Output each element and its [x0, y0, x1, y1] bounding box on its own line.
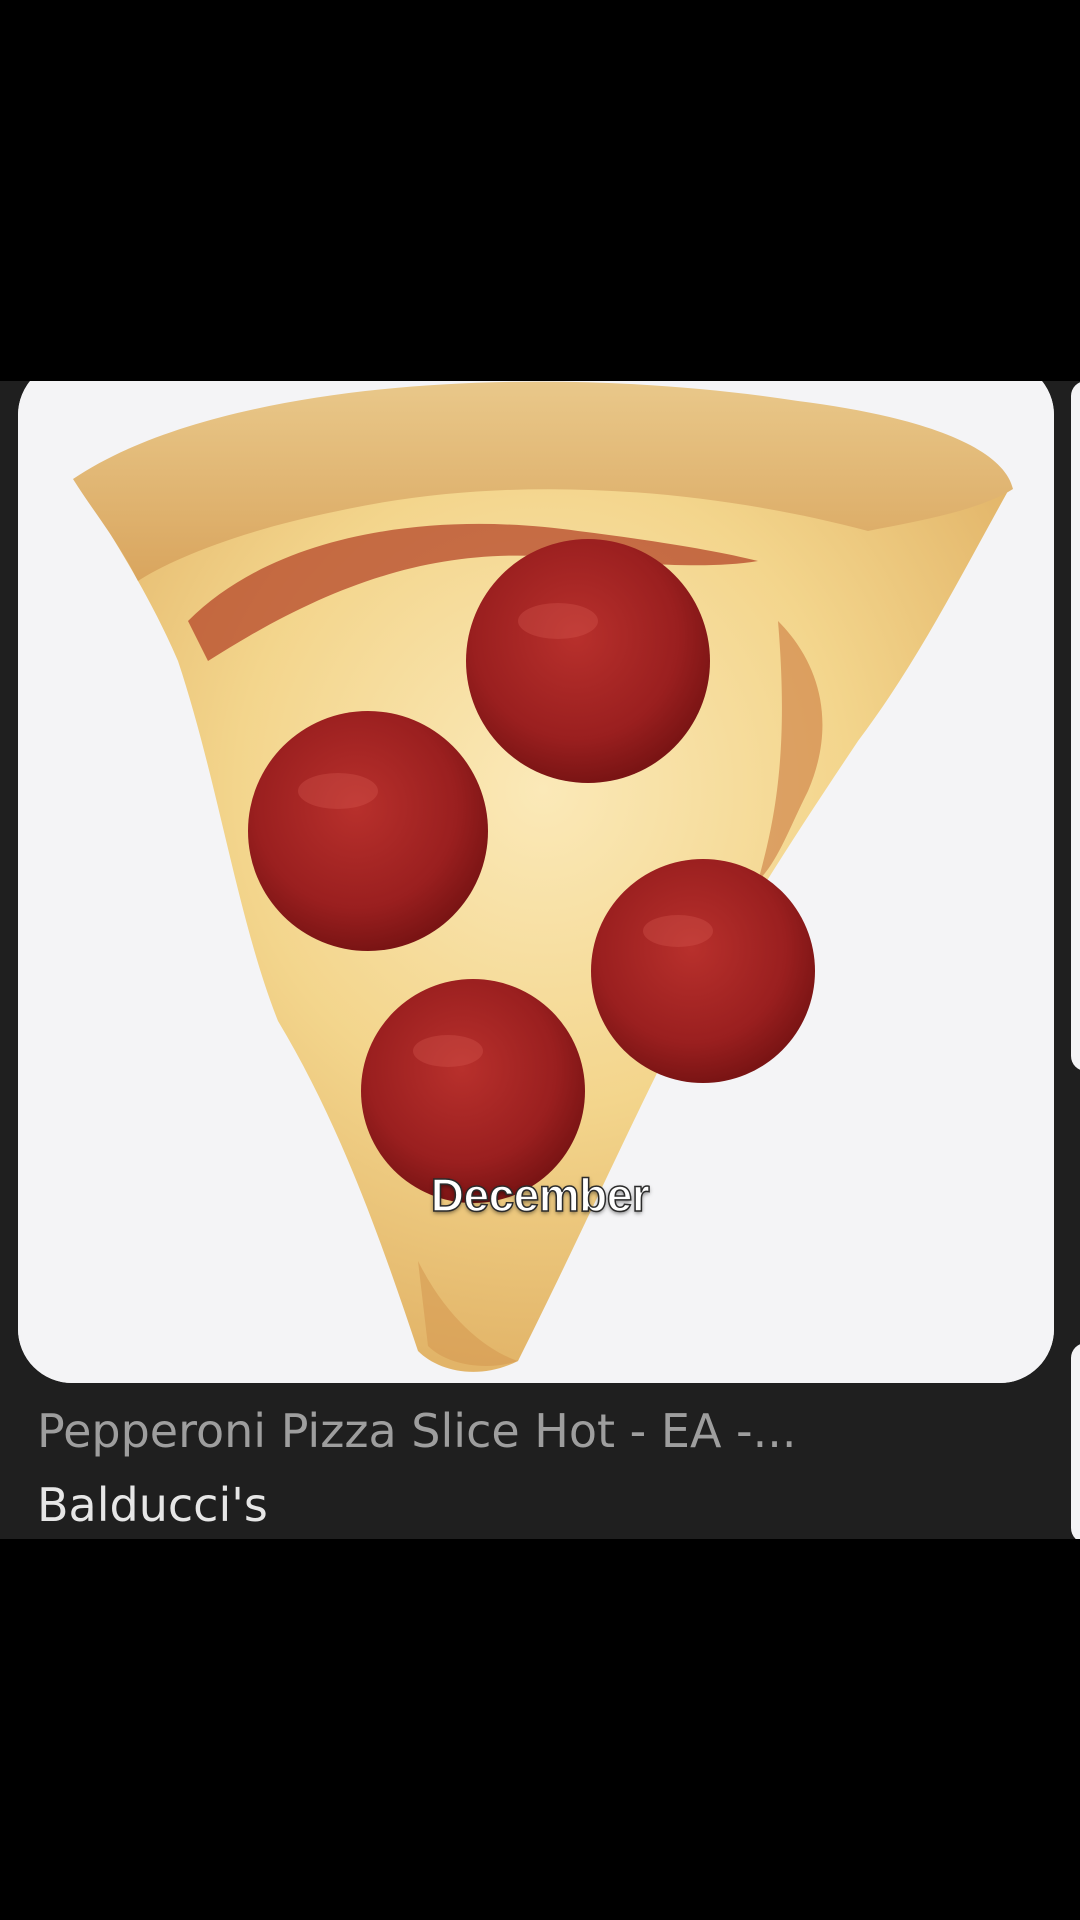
result-title-link[interactable]: Pepperoni Pizza Slice Hot - EA -...: [37, 1401, 1037, 1461]
top-black-bar: [0, 0, 1080, 381]
next-result-card-edge[interactable]: [1071, 381, 1080, 1071]
image-search-result-panel: Pepperoni Pizza Slice Hot - EA -... Bald…: [0, 381, 1080, 1539]
bottom-black-bar: [0, 1539, 1080, 1920]
pepperoni-pizza-slice-image: [18, 381, 1054, 1383]
result-image-card[interactable]: [18, 381, 1054, 1383]
video-caption: December: [430, 1168, 650, 1222]
result-source-label[interactable]: Balducci's: [37, 1475, 268, 1535]
next-result-card-edge-lower[interactable]: [1071, 1343, 1080, 1539]
